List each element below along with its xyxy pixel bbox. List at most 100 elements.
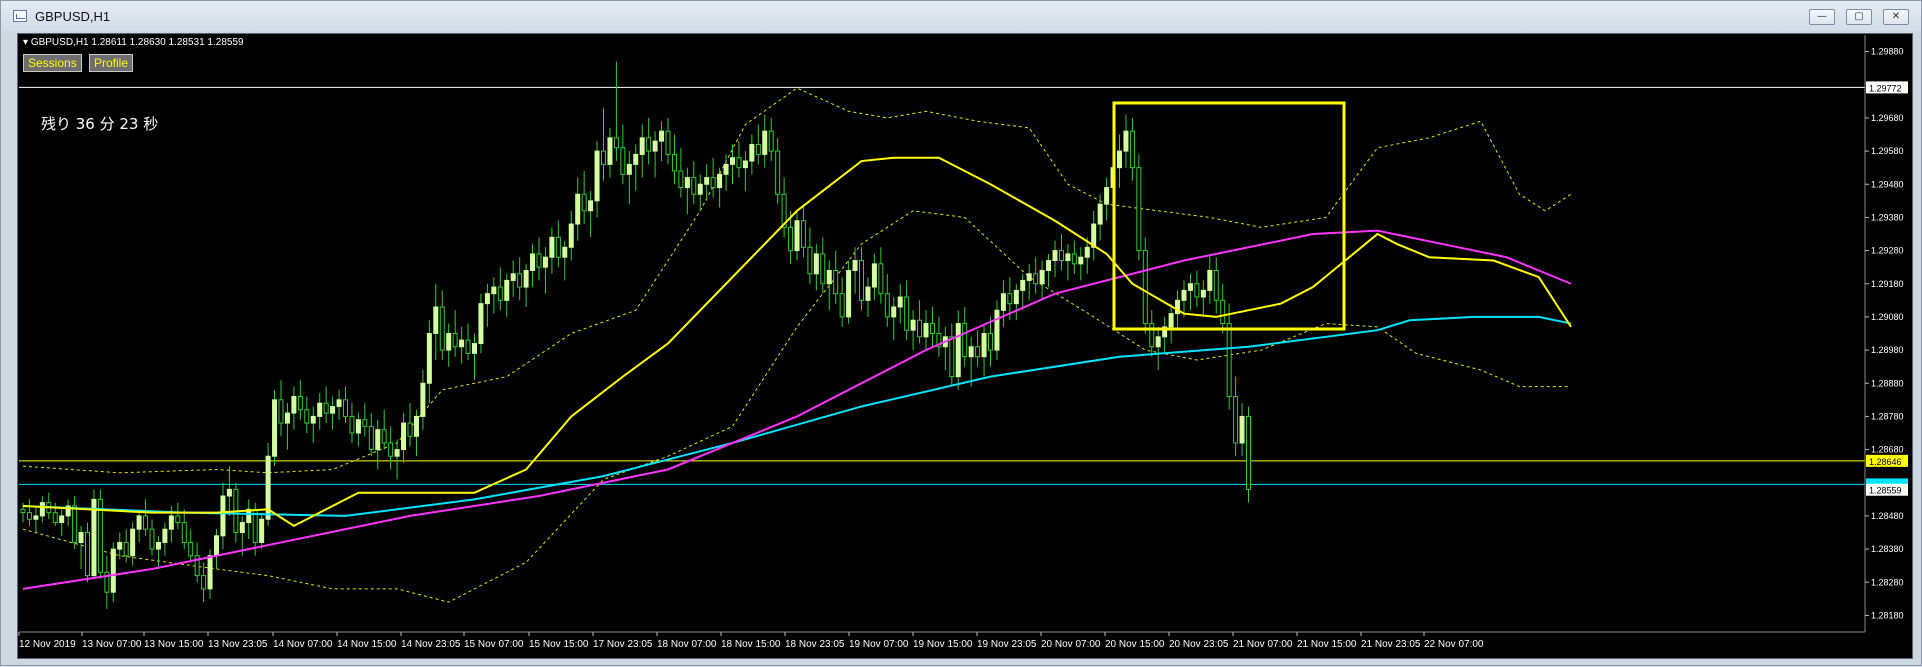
x-tick-label: 13 Nov 15:00 (144, 639, 204, 650)
candle (671, 134, 677, 185)
candle-body (755, 143, 761, 155)
candle (575, 177, 581, 241)
candle-body (923, 323, 929, 338)
candle (813, 243, 819, 291)
candle-body (768, 130, 774, 152)
candle (1065, 243, 1071, 281)
candle-body (446, 333, 452, 351)
candle-body (278, 399, 284, 424)
candle (891, 297, 897, 341)
candle-body (497, 286, 503, 301)
candle (497, 267, 503, 311)
candle (904, 280, 910, 341)
candle (955, 310, 961, 390)
candle (981, 323, 987, 377)
candle-body (659, 130, 665, 142)
candle (1149, 310, 1155, 357)
candle (284, 403, 290, 450)
candle-body (91, 498, 97, 577)
current-price-label: 1.28559 (1869, 486, 1902, 496)
candle-body (1226, 323, 1232, 398)
candle (1226, 303, 1232, 410)
candle-body (465, 339, 471, 354)
candle (220, 482, 226, 550)
x-tick-label: 22 Nov 07:00 (1424, 639, 1484, 650)
candle-body (459, 339, 465, 348)
candle-body (1039, 269, 1045, 285)
y-tick-label: 1.28880 (1871, 378, 1904, 388)
x-tick-label: 15 Nov 15:00 (529, 639, 589, 650)
candle (1220, 283, 1226, 334)
candle-body (1084, 246, 1090, 258)
candle-body (800, 220, 806, 248)
candle (949, 323, 955, 387)
candle-body (1046, 260, 1052, 271)
x-tick-label: 20 Nov 15:00 (1105, 639, 1165, 650)
candle-body (72, 505, 78, 543)
candle-body (26, 512, 32, 520)
candle (85, 522, 90, 583)
candle (446, 323, 452, 367)
candle (1091, 210, 1097, 261)
candle (910, 310, 916, 351)
candle-body (78, 532, 84, 543)
candle (39, 496, 45, 523)
candle (1181, 280, 1187, 317)
sessions-button[interactable]: Sessions (23, 54, 82, 72)
candle-body (1026, 273, 1032, 281)
candle (871, 253, 877, 301)
candle (1233, 376, 1239, 457)
candle-body (143, 515, 149, 530)
candle (388, 426, 394, 470)
candle (381, 409, 387, 450)
candle-body (846, 269, 852, 318)
candle (929, 306, 935, 347)
candle-body (59, 515, 65, 524)
candle (846, 260, 852, 324)
candle (297, 379, 303, 420)
candle-body (407, 422, 413, 437)
x-tick-label: 13 Nov 07:00 (82, 639, 142, 650)
candle-body (33, 515, 39, 520)
candle (968, 336, 974, 387)
candle-body (1136, 167, 1142, 252)
candle (1194, 270, 1200, 307)
candle-body (697, 183, 703, 195)
candle (484, 283, 490, 327)
candle (994, 300, 1000, 361)
candle-body (678, 170, 684, 189)
candle-body (1000, 293, 1006, 311)
candle-body (510, 273, 516, 281)
candle-body (530, 253, 536, 271)
candle-body (575, 193, 581, 225)
candle-body (917, 319, 923, 338)
candle-body (671, 153, 677, 172)
candle (465, 323, 471, 361)
candle (104, 555, 110, 609)
candle-body (601, 150, 606, 165)
candle (536, 237, 542, 281)
price-chart[interactable]: 1.29772 1.28646 1.28559 1.29880 1.29680 1.29… (1, 1, 1922, 667)
candle-body (1194, 283, 1200, 298)
y-tick-label: 1.28380 (1871, 544, 1904, 554)
candle (452, 310, 458, 357)
candle-body (123, 541, 129, 557)
candle (194, 542, 200, 583)
candle (768, 117, 774, 162)
candle (188, 529, 194, 563)
candle-body (136, 515, 142, 530)
candle-body (749, 143, 755, 162)
candle (78, 525, 84, 569)
candle (1058, 234, 1064, 271)
candle-body (788, 226, 794, 252)
candle-body (891, 306, 897, 318)
candle (936, 316, 942, 357)
candle-body (504, 279, 510, 301)
candle-body (691, 177, 697, 195)
x-tick-label: 18 Nov 07:00 (657, 639, 717, 650)
candle-body (472, 342, 477, 354)
candle-body (220, 495, 226, 537)
profile-button[interactable]: Profile (89, 54, 134, 72)
candle (730, 144, 735, 185)
candle (1020, 273, 1026, 311)
